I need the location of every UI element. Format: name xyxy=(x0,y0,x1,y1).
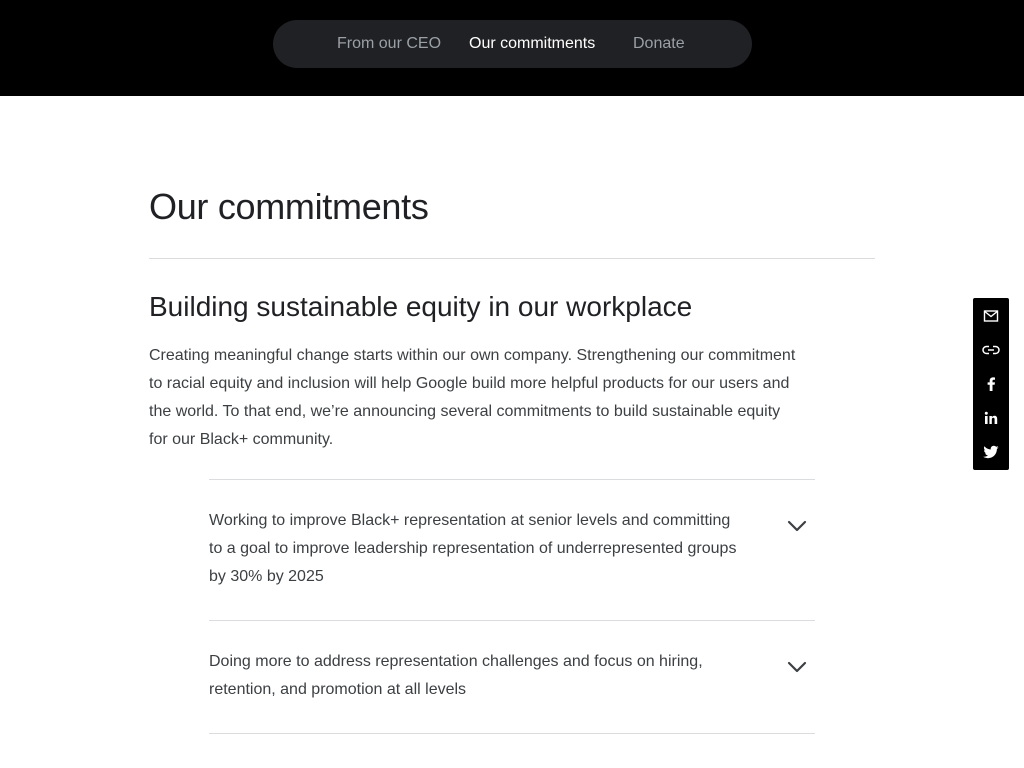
nav-link-donate[interactable]: Donate xyxy=(633,20,685,68)
facebook-icon xyxy=(987,377,995,391)
section-body: Creating meaningful change starts within… xyxy=(149,347,796,448)
page-title: Our commitments xyxy=(149,186,429,227)
link-icon xyxy=(982,345,1000,355)
share-email-button[interactable] xyxy=(973,299,1009,333)
share-copy-link-button[interactable] xyxy=(973,333,1009,367)
share-facebook-button[interactable] xyxy=(973,367,1009,401)
title-divider xyxy=(149,258,875,259)
accordion-item-text: Doing more to address representation cha… xyxy=(209,653,703,698)
share-twitter-button[interactable] xyxy=(973,435,1009,469)
accordion-item-senior-representation[interactable]: Working to improve Black+ representation… xyxy=(209,507,815,620)
top-header: From our CEO Our commitments Donate xyxy=(0,0,1024,96)
accordion-divider xyxy=(209,620,815,621)
accordion-divider xyxy=(209,733,815,734)
accordion-item-hiring-retention[interactable]: Doing more to address representation cha… xyxy=(209,648,815,733)
email-icon xyxy=(983,310,999,322)
chevron-down-icon[interactable] xyxy=(785,514,809,538)
share-linkedin-button[interactable] xyxy=(973,401,1009,435)
nav-link-our-commitments[interactable]: Our commitments xyxy=(469,20,595,68)
section-nav: From our CEO Our commitments Donate xyxy=(273,20,752,68)
share-rail xyxy=(973,298,1009,470)
twitter-icon xyxy=(983,445,999,459)
chevron-down-icon[interactable] xyxy=(785,655,809,679)
section-heading: Building sustainable equity in our workp… xyxy=(149,291,693,322)
linkedin-icon xyxy=(984,411,998,424)
accordion-item-text: Working to improve Black+ representation… xyxy=(209,512,737,585)
nav-link-from-our-ceo[interactable]: From our CEO xyxy=(337,20,441,68)
accordion-divider xyxy=(209,479,815,480)
